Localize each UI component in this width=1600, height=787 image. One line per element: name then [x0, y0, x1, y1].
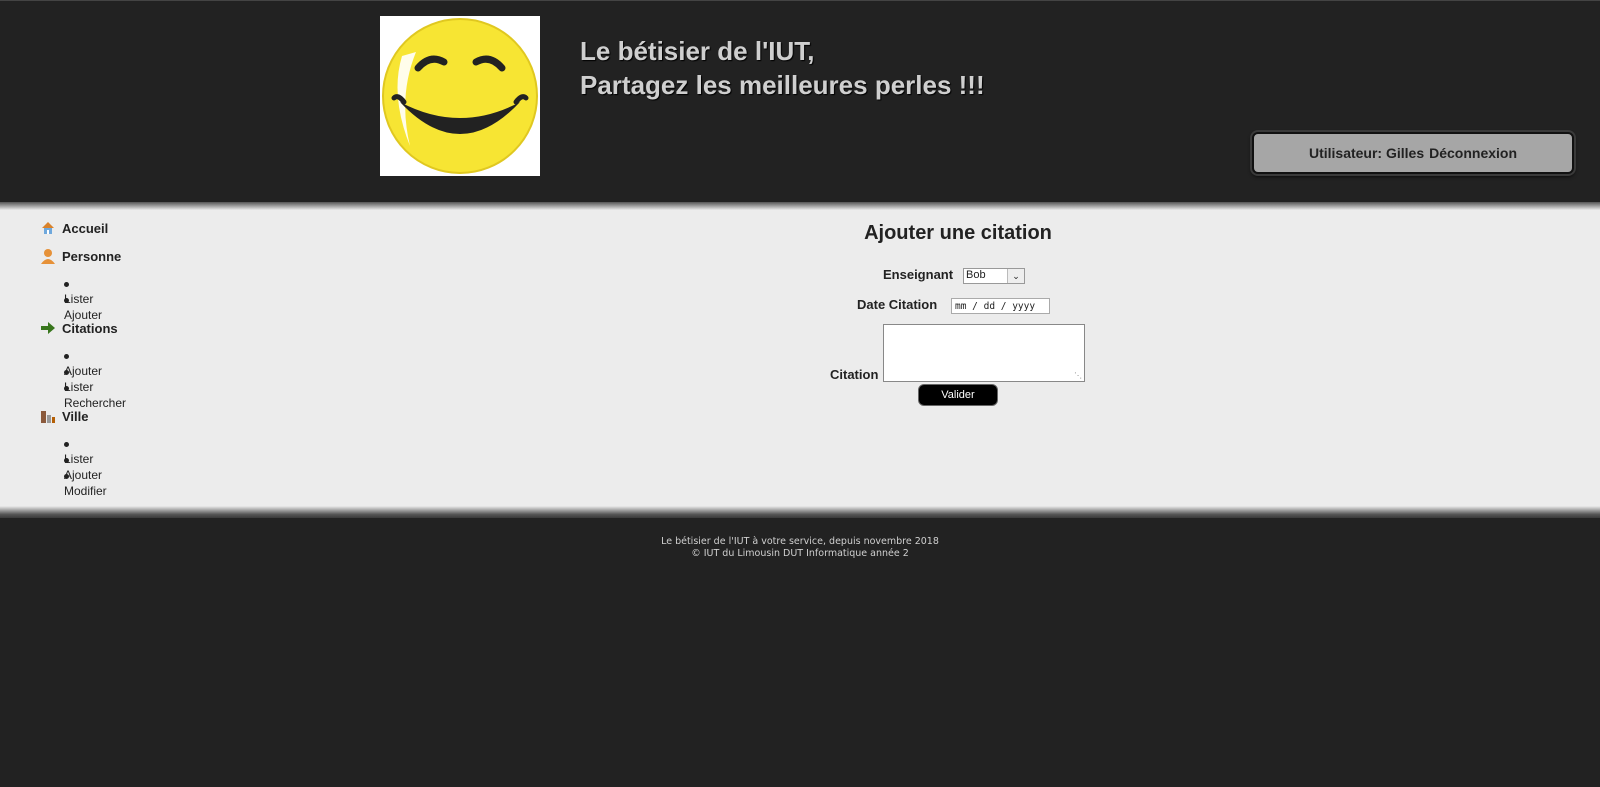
chevron-down-icon: ⌄ [1007, 269, 1024, 283]
user-label: Utilisateur: Gilles [1308, 145, 1425, 161]
date-label: Date Citation [857, 297, 938, 312]
submit-button[interactable]: Valider [918, 384, 998, 406]
sidebar-item-ville[interactable]: Ville [40, 408, 89, 424]
site-title-line1: Le bétisier de l'IUT, [580, 36, 815, 66]
site-title-line2: Partagez les meilleures perles !!! [580, 70, 985, 100]
main-content: Accueil Personne Lister Ajouter Citation… [0, 210, 1600, 506]
header-shadow [0, 202, 1600, 210]
city-icon [40, 408, 56, 424]
sidebar-item-personne[interactable]: Personne [40, 248, 121, 264]
date-field[interactable]: mm / dd / yyyy [951, 298, 1050, 314]
page-title: Ajouter une citation [864, 222, 1052, 244]
resize-grip-icon[interactable]: ⋱ [1074, 372, 1082, 380]
person-icon [40, 248, 56, 264]
footer-line2: © IUT du Limousin DUT Informatique année… [691, 548, 909, 559]
citation-label: Citation [830, 367, 879, 382]
sidebar-subitem-ville-modifier[interactable]: Modifier [64, 470, 107, 498]
logout-link[interactable]: Déconnexion [1429, 145, 1517, 161]
teacher-label: Enseignant [883, 267, 954, 282]
smiley-face-icon [382, 18, 538, 174]
sidebar-subitem-personne-ajouter[interactable]: Ajouter [64, 294, 102, 322]
footer-line1: Le bétisier de l'IUT à votre service, de… [661, 536, 939, 547]
teacher-select-value: Bob [966, 269, 986, 281]
sidebar-section-label: Ville [62, 408, 89, 424]
citation-textarea[interactable]: ⋱ [883, 324, 1085, 382]
arrow-right-icon [40, 320, 56, 336]
page-header: Le bétisier de l'IUT, Partagez les meill… [0, 0, 1600, 202]
sidebar-subitem-label: Modifier [64, 484, 107, 498]
teacher-select[interactable]: Bob ⌄ [963, 268, 1025, 284]
sidebar-subitem-citations-rechercher[interactable]: Rechercher [64, 382, 126, 410]
sidebar-section-label: Personne [62, 248, 122, 264]
user-session-box: Utilisateur: Gilles Déconnexion [1252, 132, 1574, 174]
site-title: Le bétisier de l'IUT, Partagez les meill… [580, 34, 985, 102]
sidebar-section-label: Citations [62, 320, 118, 336]
sidebar-item-citations[interactable]: Citations [40, 320, 118, 336]
page-footer: Le bétisier de l'IUT à votre service, de… [0, 518, 1600, 787]
smiley-logo [380, 16, 540, 176]
footer-shadow [0, 506, 1600, 518]
